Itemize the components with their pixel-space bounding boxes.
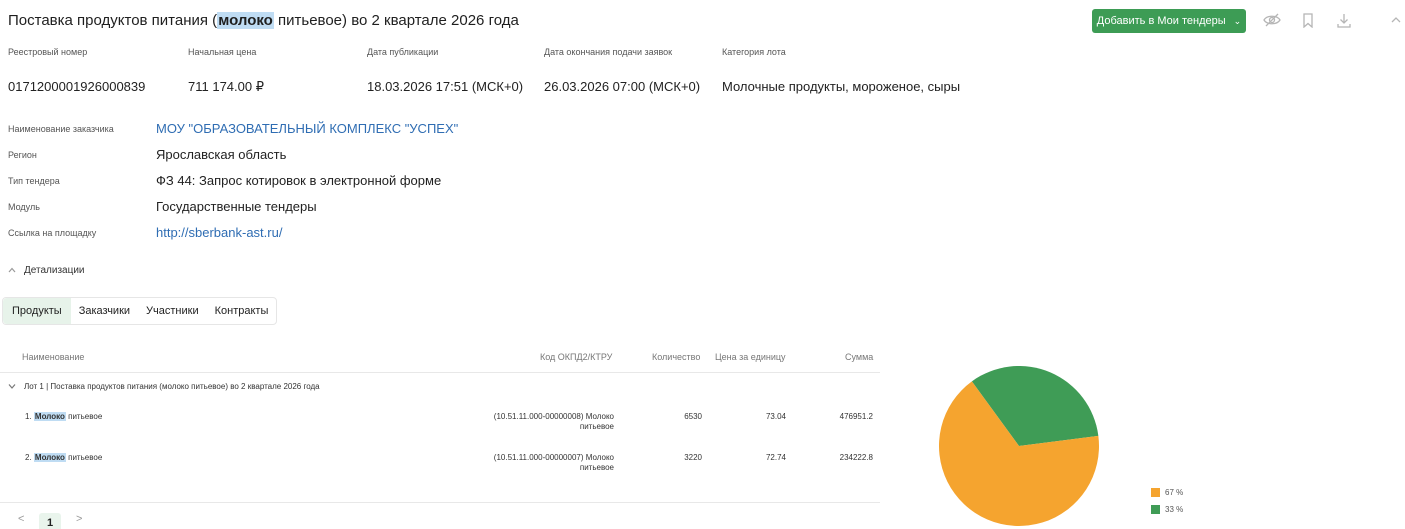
legend-label: 67 % <box>1165 488 1184 497</box>
column-header-name: Наименование <box>22 352 85 362</box>
legend-item: 33 % <box>1151 505 1183 514</box>
lot-label: Лот 1 | Поставка продуктов питания (моло… <box>24 382 320 391</box>
region-value: Ярославская область <box>156 147 287 162</box>
module-label: Модуль <box>8 202 40 212</box>
row-code-line1: (10.51.11.000-00000008) Молоко <box>493 412 614 421</box>
row-code-line2: питьевое <box>579 422 614 431</box>
legend-swatch <box>1151 505 1160 514</box>
tender-type-value: ФЗ 44: Запрос котировок в электронной фо… <box>156 173 442 188</box>
table-row-sum: 476951.2 <box>839 412 873 421</box>
chevron-down-icon: ⌄ <box>1233 15 1242 26</box>
row-code-line1: (10.51.11.000-00000007) Молоко <box>493 453 614 462</box>
region-label: Регион <box>8 150 37 160</box>
row-name-highlight: Молоко <box>33 453 66 462</box>
column-header-code: Код ОКПД2/КТРУ <box>540 352 613 362</box>
table-bottom-divider <box>0 502 880 503</box>
title-text-start: Поставка продуктов питания ( <box>8 12 218 29</box>
tender-title: Поставка продуктов питания (молоко питье… <box>8 12 519 29</box>
add-button-label: Добавить в Мои тендеры <box>1096 15 1226 27</box>
table-row-quantity: 3220 <box>684 453 702 462</box>
row-name-rest: питьевое <box>65 453 103 462</box>
page-1-button[interactable]: 1 <box>39 513 61 529</box>
initial-price-value: 711 174.00 ₽ <box>188 79 264 94</box>
tab-customers[interactable]: Заказчики <box>71 298 138 324</box>
detail-tabs: Продукты Заказчики Участники Контракты <box>2 297 278 325</box>
eye-off-icon[interactable] <box>1262 10 1282 30</box>
table-row-sum: 234222.8 <box>839 453 873 462</box>
lot-category-label: Категория лота <box>722 47 786 57</box>
table-header-divider <box>0 372 880 373</box>
row-number: 2. <box>25 453 34 462</box>
row-name-rest: питьевое <box>65 412 103 421</box>
table-row-code: (10.51.11.000-00000008) Молоко питьевое <box>494 412 614 432</box>
table-row-quantity: 6530 <box>684 412 702 421</box>
publication-date-label: Дата публикации <box>367 47 439 57</box>
share-pie-chart <box>939 366 1099 526</box>
tab-contracts[interactable]: Контракты <box>207 298 277 324</box>
row-code-line2: питьевое <box>579 463 614 472</box>
title-search-highlight: молоко <box>217 12 274 29</box>
tab-products[interactable]: Продукты <box>3 298 71 324</box>
column-header-unit-price: Цена за единицу <box>715 352 786 362</box>
chevron-up-icon[interactable] <box>1386 10 1405 30</box>
chevron-up-icon <box>8 265 16 276</box>
publication-date-value: 18.03.2026 17:51 (МСК+0) <box>367 79 524 94</box>
platform-link[interactable]: http://sberbank-ast.ru/ <box>156 225 282 240</box>
table-row-code: (10.51.11.000-00000007) Молоко питьевое <box>494 453 614 473</box>
add-to-my-tenders-button[interactable]: Добавить в Мои тендеры ⌄ <box>1092 9 1246 33</box>
lot-group-row[interactable]: Лот 1 | Поставка продуктов питания (моло… <box>8 382 320 391</box>
customer-name-link[interactable]: МОУ "ОБРАЗОВАТЕЛЬНЫЙ КОМПЛЕКС "УСПЕХ" <box>156 121 458 136</box>
deadline-value: 26.03.2026 07:00 (МСК+0) <box>544 79 701 94</box>
deadline-label: Дата окончания подачи заявок <box>544 47 673 57</box>
module-value: Государственные тендеры <box>156 199 317 214</box>
next-page-button[interactable]: > <box>76 513 82 525</box>
table-row-unit-price: 72.74 <box>765 453 786 462</box>
legend-label: 33 % <box>1165 505 1184 514</box>
tab-participants[interactable]: Участники <box>138 298 207 324</box>
details-toggle[interactable]: Детализации <box>8 265 85 276</box>
row-number: 1. <box>25 412 34 421</box>
tender-type-label: Тип тендера <box>8 176 60 186</box>
column-header-sum: Сумма <box>845 352 874 362</box>
customer-name-label: Наименование заказчика <box>8 124 114 134</box>
title-text-end: питьевое) во 2 квартале 2026 года <box>273 12 519 29</box>
registry-number-label: Реестровый номер <box>8 47 88 57</box>
registry-number-value: 0171200001926000839 <box>8 79 146 94</box>
prev-page-button[interactable]: < <box>18 513 24 525</box>
download-icon[interactable] <box>1334 10 1354 30</box>
lot-category-value: Молочные продукты, мороженое, сыры <box>722 79 961 94</box>
initial-price-label: Начальная цена <box>188 47 257 57</box>
legend-item: 67 % <box>1151 488 1183 497</box>
column-header-quantity: Количество <box>652 352 701 362</box>
table-row-unit-price: 73.04 <box>765 412 786 421</box>
details-toggle-label: Детализации <box>24 265 85 276</box>
table-row-name: 2. Молоко питьевое <box>25 453 102 462</box>
bookmark-icon[interactable] <box>1298 10 1318 30</box>
table-row-name: 1. Молоко питьевое <box>25 412 102 421</box>
legend-swatch <box>1151 488 1160 497</box>
row-name-highlight: Молоко <box>33 412 66 421</box>
platform-link-label: Ссылка на площадку <box>8 228 97 238</box>
chevron-down-icon <box>8 382 16 391</box>
